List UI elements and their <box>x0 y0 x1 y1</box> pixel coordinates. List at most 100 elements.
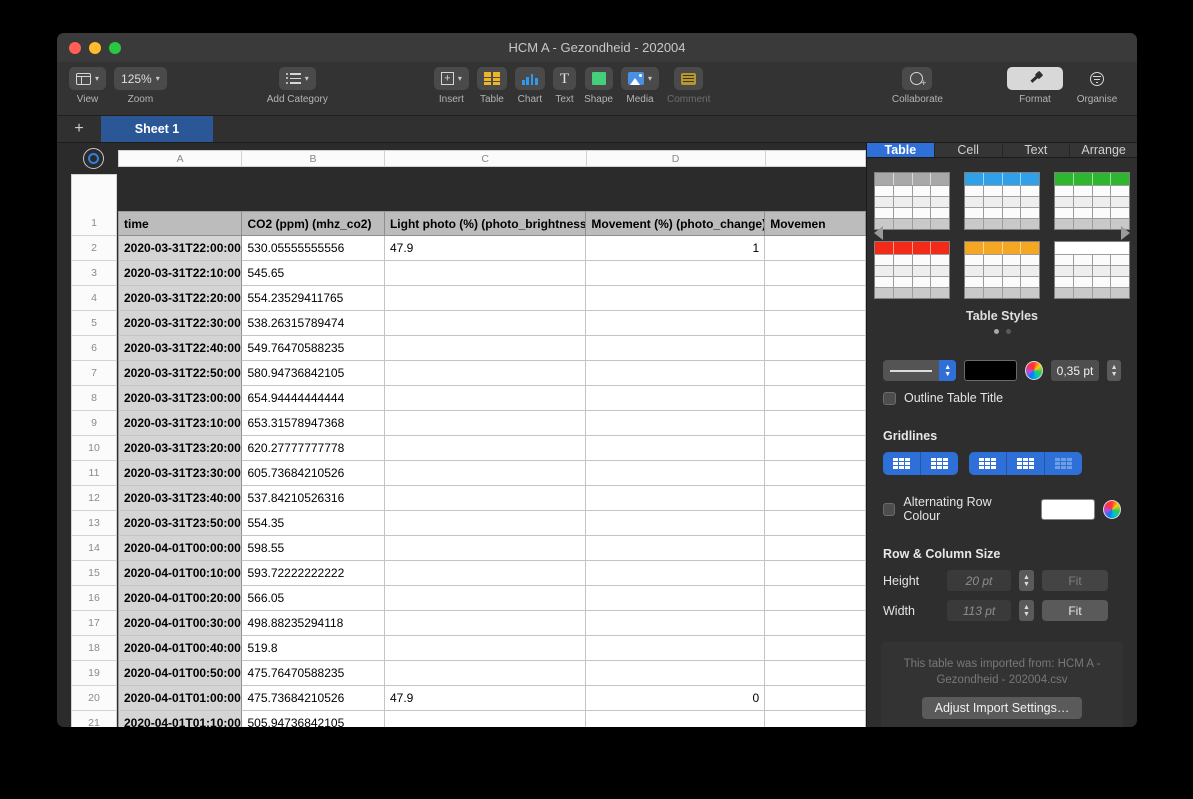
border-width-stepper[interactable]: ▲▼ <box>1107 360 1121 381</box>
table-cell[interactable]: 0 <box>586 686 765 711</box>
row-header[interactable]: 10 <box>71 436 117 461</box>
table-cell[interactable] <box>385 486 586 511</box>
spreadsheet-canvas[interactable]: A B C D 1 2 3 4 5 6 7 8 9 10 11 12 13 <box>57 143 866 727</box>
alternating-row-colour-row[interactable]: Alternating Row Colour <box>867 495 1137 523</box>
row-header[interactable]: 2 <box>71 236 117 261</box>
table-cell[interactable] <box>765 561 866 586</box>
toolbar-format[interactable]: Format <box>1003 67 1067 105</box>
column-width-field[interactable]: 113 pt <box>947 600 1011 621</box>
table-cell[interactable]: 545.65 <box>242 261 385 286</box>
column-header-c[interactable]: C <box>385 150 587 167</box>
row-header[interactable]: 8 <box>71 386 117 411</box>
table-row[interactable]: 2020-04-01T00:00:00Z598.55 <box>118 536 866 561</box>
table-cell[interactable]: 2020-04-01T00:20:00Z <box>118 586 242 611</box>
table-styles-grid[interactable] <box>867 172 1137 299</box>
gridline-body-columns-button[interactable] <box>1007 452 1045 475</box>
border-width-field[interactable]: 0,35 pt <box>1051 360 1099 381</box>
row-header[interactable]: 5 <box>71 311 117 336</box>
column-title-cell[interactable]: Movemen <box>765 211 866 236</box>
table-cell[interactable] <box>385 511 586 536</box>
table-row[interactable]: 2020-03-31T22:50:00Z580.94736842105 <box>118 361 866 386</box>
table-cell[interactable]: 620.27777777778 <box>242 436 385 461</box>
table-cell[interactable] <box>385 611 586 636</box>
table-cell[interactable] <box>586 586 765 611</box>
column-header-a[interactable]: A <box>118 150 242 167</box>
row-header[interactable]: 16 <box>71 586 117 611</box>
table-cell[interactable] <box>586 661 765 686</box>
table-cell[interactable] <box>385 311 586 336</box>
table-cell[interactable]: 537.84210526316 <box>242 486 385 511</box>
table-cell[interactable] <box>765 386 866 411</box>
tab-table[interactable]: Table <box>867 143 935 157</box>
table-grid[interactable]: timeCO2 (ppm) (mhz_co2)Light photo (%) (… <box>118 211 866 727</box>
table-style-orange-style[interactable] <box>964 241 1040 299</box>
table-cell[interactable]: 2020-04-01T00:50:00Z <box>118 661 242 686</box>
table-cell[interactable]: 2020-04-01T01:10:00Z <box>118 711 242 727</box>
table-cell[interactable] <box>586 436 765 461</box>
outline-table-title-row[interactable]: Outline Table Title <box>867 391 1137 405</box>
column-width-fit-button[interactable]: Fit <box>1042 600 1108 621</box>
table-cell[interactable] <box>765 536 866 561</box>
table-header-row[interactable]: timeCO2 (ppm) (mhz_co2)Light photo (%) (… <box>118 211 866 236</box>
table-cell[interactable] <box>385 586 586 611</box>
table-style-red-style[interactable] <box>874 241 950 299</box>
page-dot[interactable] <box>1006 329 1011 334</box>
column-title-cell[interactable]: time <box>118 211 242 236</box>
table-cell[interactable]: 566.05 <box>242 586 385 611</box>
table-cell[interactable] <box>586 511 765 536</box>
table-cell[interactable] <box>765 436 866 461</box>
table-row[interactable]: 2020-03-31T23:20:00Z620.27777777778 <box>118 436 866 461</box>
row-header[interactable]: 7 <box>71 361 117 386</box>
toolbar-zoom[interactable]: 125% ▾ Zoom <box>110 67 171 105</box>
table-row[interactable]: 2020-04-01T01:00:00Z475.7368421052647.90 <box>118 686 866 711</box>
toolbar-view[interactable]: ▾ View <box>65 67 110 105</box>
table-cell[interactable] <box>385 386 586 411</box>
table-cell[interactable]: 2020-04-01T00:10:00Z <box>118 561 242 586</box>
table-row[interactable]: 2020-03-31T22:40:00Z549.76470588235 <box>118 336 866 361</box>
close-button[interactable] <box>69 42 81 54</box>
table-cell[interactable] <box>765 636 866 661</box>
table-cell[interactable] <box>385 636 586 661</box>
table-cell[interactable] <box>385 536 586 561</box>
table-cell[interactable] <box>586 636 765 661</box>
table-cell[interactable]: 1 <box>586 236 765 261</box>
table-cell[interactable] <box>586 411 765 436</box>
table-cell[interactable] <box>586 536 765 561</box>
minimise-button[interactable] <box>89 42 101 54</box>
table-cell[interactable] <box>385 286 586 311</box>
table-cell[interactable] <box>385 711 586 727</box>
table-cell[interactable]: 2020-03-31T23:40:00Z <box>118 486 242 511</box>
table-cell[interactable] <box>385 561 586 586</box>
row-header[interactable]: 9 <box>71 411 117 436</box>
row-height-fit-button[interactable]: Fit <box>1042 570 1108 591</box>
table-cell[interactable]: 2020-03-31T23:30:00Z <box>118 461 242 486</box>
table-cell[interactable] <box>586 286 765 311</box>
table-cell[interactable]: 47.9 <box>385 236 586 261</box>
table-cell[interactable]: 580.94736842105 <box>242 361 385 386</box>
table-select-handle[interactable] <box>83 148 104 169</box>
table-cell[interactable] <box>765 661 866 686</box>
row-header[interactable]: 11 <box>71 461 117 486</box>
table-cell[interactable]: 2020-03-31T22:40:00Z <box>118 336 242 361</box>
row-header[interactable]: 12 <box>71 486 117 511</box>
table-cell[interactable]: 2020-03-31T22:30:00Z <box>118 311 242 336</box>
table-row[interactable]: 2020-04-01T00:50:00Z475.76470588235 <box>118 661 866 686</box>
column-header-e[interactable] <box>766 150 866 167</box>
toolbar-chart[interactable]: Chart <box>511 67 549 105</box>
table-cell[interactable] <box>586 386 765 411</box>
row-header[interactable]: 15 <box>71 561 117 586</box>
table-cell[interactable] <box>385 336 586 361</box>
table-cell[interactable] <box>385 461 586 486</box>
row-header[interactable]: 21 <box>71 711 117 727</box>
styles-prev-arrow[interactable] <box>874 226 883 240</box>
gridlines-group-header[interactable] <box>883 452 958 475</box>
row-header[interactable]: 19 <box>71 661 117 686</box>
gridline-header-columns-button[interactable] <box>921 452 958 475</box>
colour-wheel-icon[interactable] <box>1103 500 1121 519</box>
toolbar-text[interactable]: T Text <box>549 67 580 105</box>
table-cell[interactable]: 654.94444444444 <box>242 386 385 411</box>
table-cell[interactable]: 475.76470588235 <box>242 661 385 686</box>
table-cell[interactable]: 538.26315789474 <box>242 311 385 336</box>
styles-next-arrow[interactable] <box>1121 226 1130 240</box>
table-row[interactable]: 2020-04-01T00:30:00Z498.88235294118 <box>118 611 866 636</box>
